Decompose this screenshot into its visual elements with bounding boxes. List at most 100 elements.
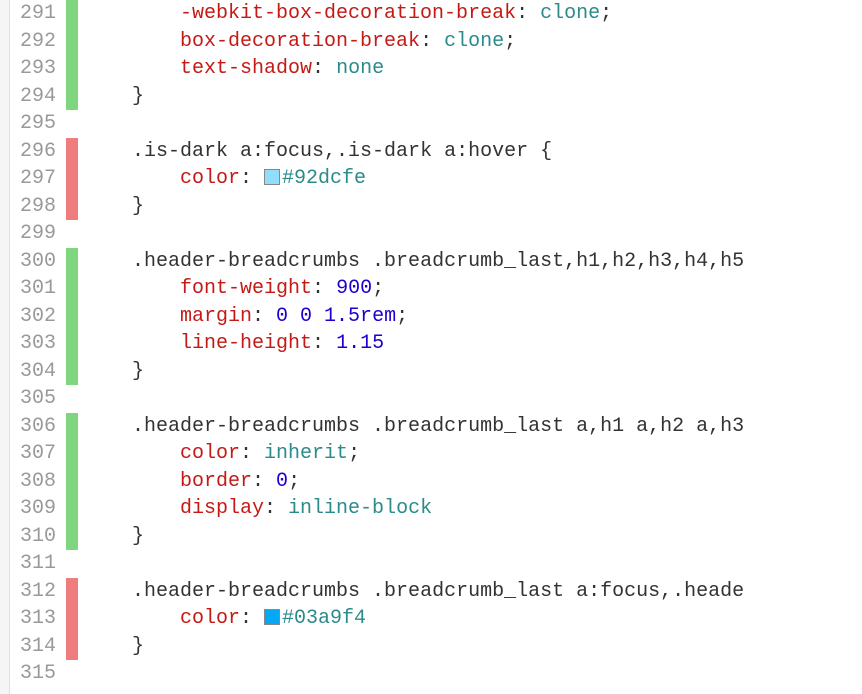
code-line[interactable] xyxy=(84,550,862,578)
diff-marker-added xyxy=(66,468,78,496)
line-number: 300 xyxy=(10,248,56,276)
line-number: 315 xyxy=(10,660,56,688)
token-punc: { xyxy=(540,140,552,163)
token-punc: : xyxy=(312,332,336,355)
line-number: 314 xyxy=(10,633,56,661)
code-line[interactable]: .header-breadcrumbs .breadcrumb_last a:f… xyxy=(84,578,862,606)
token-prop: -webkit-box-decoration-break xyxy=(180,2,516,25)
token-sel: .header-breadcrumbs .breadcrumb_last,h1,… xyxy=(132,250,744,273)
line-number: 297 xyxy=(10,165,56,193)
code-line[interactable]: font-weight: 900; xyxy=(84,275,862,303)
line-number: 302 xyxy=(10,303,56,331)
code-line[interactable] xyxy=(84,220,862,248)
diff-marker-removed xyxy=(66,605,78,633)
line-number: 310 xyxy=(10,523,56,551)
indent xyxy=(84,167,180,190)
code-line[interactable] xyxy=(84,660,862,688)
line-number: 307 xyxy=(10,440,56,468)
code-area[interactable]: -webkit-box-decoration-break: clone; box… xyxy=(78,0,862,694)
color-swatch-icon xyxy=(264,169,280,185)
indent xyxy=(84,85,132,108)
code-line[interactable]: } xyxy=(84,193,862,221)
code-line[interactable]: .is-dark a:focus,.is-dark a:hover { xyxy=(84,138,862,166)
diff-marker-added xyxy=(66,303,78,331)
token-val-num: 1.15 xyxy=(336,332,384,355)
token-prop: text-shadow xyxy=(180,57,312,80)
indent xyxy=(84,470,180,493)
code-line[interactable] xyxy=(84,110,862,138)
code-line[interactable]: box-decoration-break: clone; xyxy=(84,28,862,56)
line-number: 293 xyxy=(10,55,56,83)
line-number: 304 xyxy=(10,358,56,386)
code-line[interactable]: color: #92dcfe xyxy=(84,165,862,193)
diff-marker-added xyxy=(66,330,78,358)
code-line[interactable] xyxy=(84,385,862,413)
indent xyxy=(84,2,180,25)
code-line[interactable]: .header-breadcrumbs .breadcrumb_last,h1,… xyxy=(84,248,862,276)
diff-marker-none xyxy=(66,550,78,578)
token-inherit: inherit xyxy=(264,442,348,465)
diff-marker-added xyxy=(66,28,78,56)
diff-marker-added xyxy=(66,413,78,441)
token-punc: : xyxy=(252,470,276,493)
line-number: 303 xyxy=(10,330,56,358)
diff-marker-removed xyxy=(66,633,78,661)
token-val-kw: none xyxy=(336,57,384,80)
code-line[interactable]: color: inherit; xyxy=(84,440,862,468)
diff-marker-added xyxy=(66,495,78,523)
line-number: 298 xyxy=(10,193,56,221)
line-number: 308 xyxy=(10,468,56,496)
code-line[interactable]: line-height: 1.15 xyxy=(84,330,862,358)
diff-marker-removed xyxy=(66,138,78,166)
token-punc: } xyxy=(132,525,144,548)
diff-marker-added xyxy=(66,275,78,303)
token-punc: ; xyxy=(372,277,384,300)
indent xyxy=(84,57,180,80)
token-punc: : xyxy=(240,167,264,190)
token-punc: ; xyxy=(288,470,300,493)
indent xyxy=(84,30,180,53)
token-val-kw: clone xyxy=(444,30,504,53)
editor-left-margin xyxy=(0,0,10,694)
indent xyxy=(84,332,180,355)
code-line[interactable]: } xyxy=(84,523,862,551)
line-number: 301 xyxy=(10,275,56,303)
code-line[interactable]: } xyxy=(84,83,862,111)
indent xyxy=(84,607,180,630)
token-punc: : xyxy=(264,497,288,520)
code-line[interactable]: } xyxy=(84,633,862,661)
indent xyxy=(84,442,180,465)
token-punc: : xyxy=(420,30,444,53)
indent xyxy=(84,497,180,520)
code-line[interactable]: text-shadow: none xyxy=(84,55,862,83)
code-line[interactable]: -webkit-box-decoration-break: clone; xyxy=(84,0,862,28)
token-prop: border xyxy=(180,470,252,493)
line-number: 312 xyxy=(10,578,56,606)
indent xyxy=(84,415,132,438)
token-prop: line-height xyxy=(180,332,312,355)
token-punc: : xyxy=(312,277,336,300)
token-punc: } xyxy=(132,635,144,658)
token-punc: ; xyxy=(348,442,360,465)
token-punc: } xyxy=(132,195,144,218)
line-number-gutter: 2912922932942952962972982993003013023033… xyxy=(10,0,66,694)
code-line[interactable]: } xyxy=(84,358,862,386)
line-number: 292 xyxy=(10,28,56,56)
line-number: 291 xyxy=(10,0,56,28)
token-punc: ; xyxy=(600,2,612,25)
line-number: 295 xyxy=(10,110,56,138)
token-val-num: 0 0 1.5rem xyxy=(276,305,396,328)
color-swatch-icon xyxy=(264,609,280,625)
token-sel: .is-dark a:focus,.is-dark a:hover xyxy=(132,140,540,163)
token-punc: : xyxy=(240,442,264,465)
code-line[interactable]: display: inline-block xyxy=(84,495,862,523)
code-line[interactable]: .header-breadcrumbs .breadcrumb_last a,h… xyxy=(84,413,862,441)
token-prop: font-weight xyxy=(180,277,312,300)
code-line[interactable]: border: 0; xyxy=(84,468,862,496)
token-sel: .header-breadcrumbs .breadcrumb_last a:f… xyxy=(132,580,744,603)
code-line[interactable]: margin: 0 0 1.5rem; xyxy=(84,303,862,331)
code-line[interactable]: color: #03a9f4 xyxy=(84,605,862,633)
diff-marker-none xyxy=(66,660,78,688)
token-punc: : xyxy=(252,305,276,328)
indent xyxy=(84,140,132,163)
